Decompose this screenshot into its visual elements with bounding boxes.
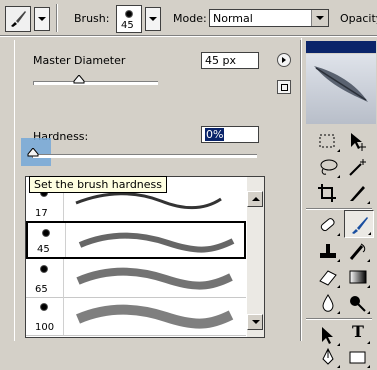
feather-logo[interactable] (306, 54, 376, 124)
type-icon: T (352, 322, 364, 341)
history-brush-tool[interactable] (344, 238, 372, 264)
dodge-icon (350, 296, 366, 312)
shape-tool[interactable] (344, 344, 372, 370)
brush-tip-icon (40, 303, 48, 311)
hardness-field[interactable]: 0% (201, 126, 259, 143)
move-tool[interactable] (344, 128, 372, 154)
brush-preset-swatch[interactable]: 45 (116, 5, 142, 33)
mode-value: Normal (213, 12, 253, 25)
mode-label: Mode: (173, 12, 207, 25)
opacity-label: Opacity: (340, 12, 377, 25)
panel-menu-button[interactable] (277, 53, 291, 67)
pen-tool[interactable] (314, 344, 342, 370)
chevron-down-icon (311, 10, 328, 26)
brush-icon (352, 217, 368, 234)
brush-preset-item-selected[interactable]: 45 (26, 221, 246, 259)
crop-icon (318, 184, 336, 202)
eraser-tool[interactable] (314, 264, 342, 290)
dodge-tool[interactable] (344, 290, 372, 316)
brush-list-scrollbar[interactable] (247, 177, 264, 337)
brush-tip-icon (125, 10, 133, 18)
scroll-up-arrow[interactable] (247, 191, 263, 207)
brush-icon (11, 11, 26, 27)
brush-stroke-preview (76, 267, 233, 290)
brush-tip-icon (42, 229, 50, 237)
arrow-pointer-icon (322, 327, 333, 344)
brush-size-label: 45 (121, 20, 134, 31)
magic-wand-tool[interactable] (344, 154, 372, 180)
type-tool[interactable]: T (344, 320, 372, 346)
slice-icon (350, 186, 365, 201)
blur-icon (322, 294, 334, 312)
hardness-tooltip: Set the brush hardness (29, 176, 168, 193)
healing-brush-tool[interactable] (314, 212, 342, 238)
brush-size-label: 17 (35, 208, 48, 219)
brush-label: Brush: (74, 12, 110, 25)
hardness-value: 0% (205, 128, 225, 141)
brush-preset-list[interactable]: 17 45 65 100 (25, 176, 265, 338)
lasso-tool[interactable] (314, 154, 342, 180)
rectangle-shape-icon (349, 351, 366, 364)
reset-brush-button[interactable] (277, 80, 291, 94)
brush-stroke-preview (78, 232, 235, 253)
tool-preset-picker[interactable] (5, 6, 31, 32)
brush-tool[interactable] (344, 210, 374, 238)
brush-tip-preview: 45 (31, 223, 66, 257)
brush-preset-item[interactable]: 100 (26, 297, 246, 336)
eraser-icon (319, 270, 337, 286)
stamp-icon (320, 244, 336, 258)
history-brush-icon (349, 243, 366, 260)
scroll-down-arrow[interactable] (247, 314, 263, 330)
hardness-slider[interactable] (32, 154, 257, 158)
toolbox: T (301, 38, 377, 368)
master-diameter-label: Master Diameter (33, 54, 126, 67)
feather-icon (314, 66, 368, 102)
options-bar: Brush: 45 Mode: Normal Opacity: (0, 0, 377, 37)
pen-icon (322, 347, 334, 365)
brush-preset-item[interactable]: 65 (26, 259, 246, 298)
slice-tool[interactable] (344, 180, 372, 206)
brush-size-label: 45 (37, 244, 50, 255)
separator (56, 4, 58, 32)
gradient-tool[interactable] (344, 264, 372, 290)
master-diameter-field[interactable]: 45 px (201, 52, 259, 69)
marquee-tool[interactable] (314, 128, 342, 154)
mode-select[interactable]: Normal (209, 9, 329, 27)
gradient-icon (349, 270, 367, 284)
brush-size-label: 100 (35, 322, 55, 333)
magic-wand-icon (349, 159, 366, 176)
bandage-icon (320, 218, 335, 232)
master-diameter-value: 45 px (205, 54, 236, 67)
tool-preset-dropdown-arrow[interactable] (34, 7, 50, 31)
brush-picker-dropdown-arrow[interactable] (145, 7, 161, 31)
master-diameter-slider[interactable] (33, 81, 158, 85)
lasso-icon (320, 159, 338, 175)
toolbox-title-bar[interactable] (306, 41, 376, 53)
clone-stamp-tool[interactable] (314, 238, 342, 264)
brush-tip-preview: 100 (29, 297, 64, 335)
brush-tip-preview: 65 (29, 259, 64, 297)
crop-tool[interactable] (314, 180, 342, 206)
brush-stroke-preview (76, 304, 234, 329)
move-icon (351, 133, 366, 151)
brush-tip-icon (40, 265, 48, 273)
brush-size-label: 65 (35, 284, 48, 295)
marquee-icon (319, 134, 335, 148)
blur-tool[interactable] (314, 290, 342, 316)
